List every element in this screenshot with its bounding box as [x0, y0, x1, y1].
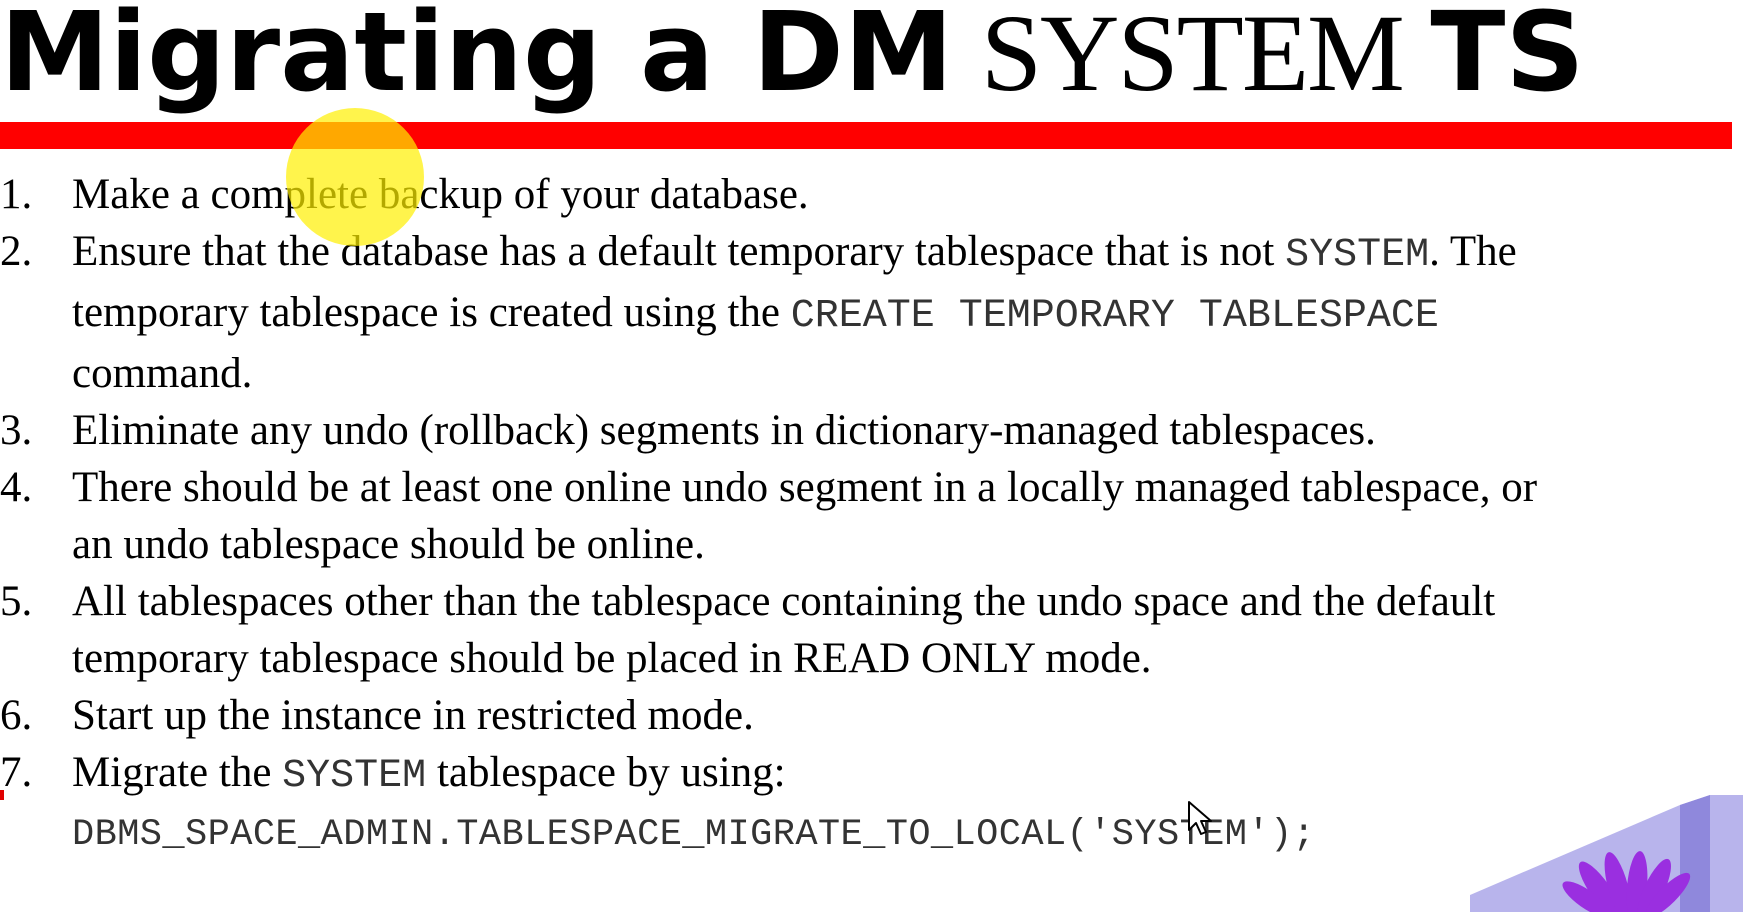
step-number: 6.: [0, 692, 33, 739]
step-text: All tablespaces other than the tablespac…: [72, 578, 1496, 625]
step-number: 3.: [0, 407, 33, 454]
step-text: Ensure that the database has a default t…: [72, 228, 1275, 275]
slide: Migrating a DM SYSTEM TS 1. Make a compl…: [0, 0, 1743, 912]
step-number: 4.: [0, 464, 33, 511]
step-text: Make a complete backup of your database.: [72, 171, 809, 218]
step-text: . The: [1429, 228, 1517, 275]
title-divider-bar: [0, 122, 1732, 149]
step-item: 4. There should be at least one online u…: [0, 459, 1740, 573]
step-item: 1. Make a complete backup of your databa…: [0, 166, 1740, 223]
step-item: 2. Ensure that the database has a defaul…: [0, 223, 1740, 402]
title-part-3: TS: [1430, 0, 1585, 116]
step-item: 5. All tablespaces other than the tables…: [0, 573, 1740, 687]
step-number: 5.: [0, 578, 33, 625]
flower-graphic-icon: [1470, 795, 1743, 912]
step-text: temporary tablespace should be placed in…: [72, 635, 1152, 682]
step-item: 3. Eliminate any undo (rollback) segment…: [0, 402, 1740, 459]
step-text: Start up the instance in restricted mode…: [72, 692, 754, 739]
title-part-2: SYSTEM: [980, 0, 1405, 114]
code-inline: SYSTEM: [282, 754, 427, 799]
pointer-mark: [0, 790, 4, 800]
code-inline: CREATE TEMPORARY TABLESPACE: [790, 294, 1439, 339]
step-number: 7.: [0, 749, 33, 796]
step-text: Migrate the: [72, 749, 272, 796]
step-text: Eliminate any undo (rollback) segments i…: [72, 407, 1376, 454]
step-item: 6. Start up the instance in restricted m…: [0, 687, 1740, 744]
step-text: command.: [72, 350, 253, 397]
steps-list: 1. Make a complete backup of your databa…: [0, 166, 1740, 864]
code-inline: SYSTEM: [1285, 233, 1430, 278]
page-title: Migrating a DM SYSTEM TS: [0, 0, 1585, 113]
step-text: tablespace by using:: [436, 749, 786, 796]
step-text: an undo tablespace should be online.: [72, 521, 705, 568]
step-number: 2.: [0, 228, 33, 275]
step-text: There should be at least one online undo…: [72, 464, 1538, 511]
step-text: temporary tablespace is created using th…: [72, 289, 781, 336]
mouse-cursor-icon: [1188, 801, 1212, 835]
title-part-1: Migrating a DM: [0, 0, 954, 116]
step-number: 1.: [0, 171, 33, 218]
